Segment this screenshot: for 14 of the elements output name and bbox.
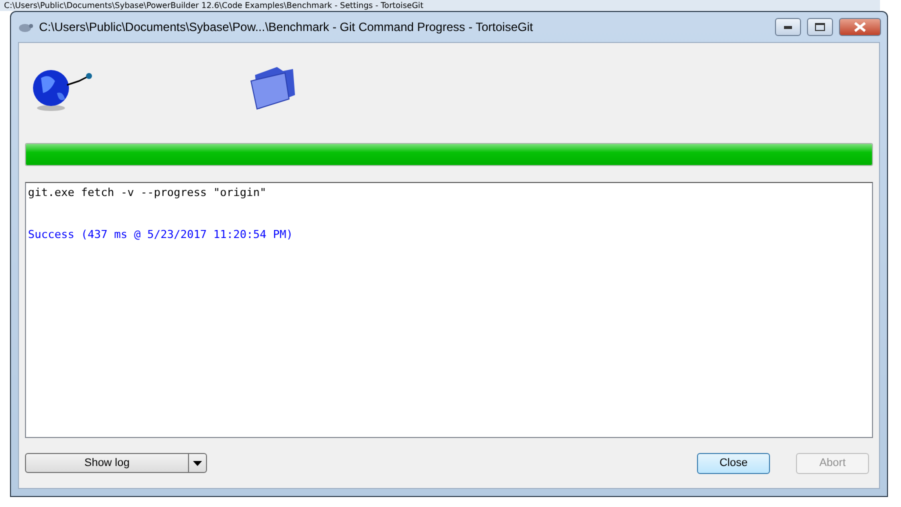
caret-icon: [193, 460, 202, 466]
minimize-button[interactable]: [775, 18, 801, 36]
minimize-icon: [784, 26, 792, 28]
folder-icon: [249, 65, 297, 111]
window-title: C:\Users\Public\Documents\Sybase\Pow...\Benchmark - Git Command Progress - TortoiseGit: [39, 20, 534, 34]
close-icon: [854, 22, 866, 32]
command-line: git.exe fetch -v --progress "origin": [28, 186, 268, 200]
close-window-button[interactable]: [839, 18, 881, 36]
maximize-icon: [815, 23, 825, 31]
success-message: Success (437 ms @ 5/23/2017 11:20:54 PM): [28, 228, 294, 242]
close-button[interactable]: Close: [697, 452, 770, 474]
maximize-button[interactable]: [807, 18, 833, 36]
background-window-title: C:\Users\Public\Documents\Sybase\PowerBuilder 12.6\Code Examples\Benchmark - Settings - TortoiseGit: [0, 0, 880, 11]
show-log-button[interactable]: Show log: [26, 454, 188, 472]
